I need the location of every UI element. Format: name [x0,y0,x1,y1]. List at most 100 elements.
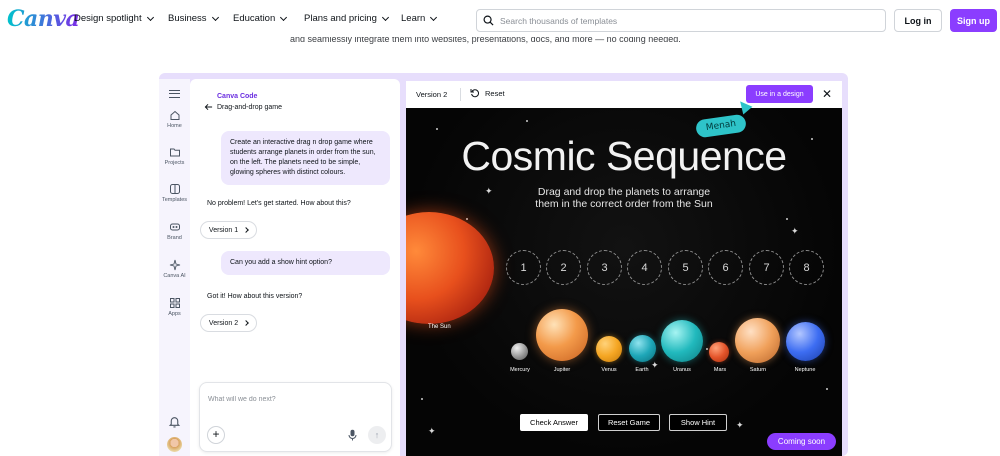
rail-item-templates[interactable]: Templates [159,183,190,203]
chat-header: Drag-and-drop game [204,103,282,111]
close-icon[interactable]: ✕ [822,87,832,101]
rail-item-brand[interactable]: Brand [159,221,190,241]
nav-item-label: Education [233,13,276,24]
version-label: Version 2 [208,319,239,327]
ai-message: Got it! How about this version? [207,293,303,300]
star [826,388,828,390]
reset-game-button[interactable]: Reset Game [598,414,660,431]
editor-sidebar-rail: Home Projects Templates Brand Canva AI A… [159,79,190,456]
nav-item-plans-and-pricing[interactable]: Plans and pricing [304,13,389,24]
planet-venus[interactable] [596,336,622,362]
reset-button[interactable]: Reset [470,88,505,98]
chevron-down-icon [280,13,288,21]
preview-toolbar: Version 2 Reset Use in a design ✕ [406,81,842,108]
use-in-design-button[interactable]: Use in a design [746,85,813,103]
chevron-down-icon [146,13,154,21]
sparkle-icon [169,259,180,271]
top-navigation: Canva Design spotlight Business Educatio… [0,0,1000,40]
nav-item-label: Business [168,13,207,24]
search-icon [483,15,494,26]
search-input[interactable] [500,15,870,26]
drop-slot[interactable]: 7 [749,250,784,285]
drop-slot[interactable]: 4 [627,250,662,285]
check-answer-button[interactable]: Check Answer [520,414,588,431]
avatar[interactable] [167,437,182,452]
planet-label: Jupiter [553,367,571,373]
nav-item-education[interactable]: Education [233,13,288,24]
brand-icon [169,223,180,231]
chevron-down-icon [430,13,438,21]
reset-icon [470,89,480,98]
sun [406,212,494,324]
game-subtitle: Drag and drop the planets to arrange the… [406,186,842,210]
rail-item-canva-ai[interactable]: Canva AI [159,259,190,279]
drop-slot[interactable]: 2 [546,250,581,285]
planet-mercury[interactable] [511,343,528,360]
rail-item-label: Projects [164,160,185,166]
star [436,128,438,130]
search-bar[interactable] [476,9,886,32]
drop-slot[interactable]: 8 [789,250,824,285]
reset-label: Reset [485,88,505,98]
planet-label: Saturn [749,367,767,373]
back-arrow-icon[interactable] [204,103,213,111]
chat-composer: + ↑ [199,382,392,452]
star [706,348,708,350]
star [786,218,788,220]
game-subtitle-line: them in the correct order from the Sun [535,198,713,210]
coming-soon-badge: Coming soon [767,433,836,450]
chat-panel: Canva Code Drag-and-drop game Create an … [190,79,400,456]
rail-item-label: Templates [161,197,188,203]
drop-slot[interactable]: 6 [708,250,743,285]
nav-item-learn[interactable]: Learn [401,13,438,24]
game-stage: ✦ ✦ ✦ ✦ ✦ Cosmic Sequence Drag and drop … [406,108,842,456]
templates-icon [169,184,180,194]
menu-icon[interactable] [169,90,180,98]
ai-message: No problem! Let's get started. How about… [207,200,351,207]
canva-logo[interactable]: Canva [7,6,80,32]
bell-icon[interactable] [168,415,181,428]
version-label: Version 1 [208,226,239,234]
planet-earth[interactable] [629,335,656,362]
planet-label: Neptune [794,367,816,373]
planet-mars[interactable] [709,342,729,362]
rail-item-home[interactable]: Home [159,109,190,129]
planet-neptune[interactable] [786,322,825,361]
nav-item-design-spotlight[interactable]: Design spotlight [74,13,154,24]
planet-uranus[interactable] [661,320,703,362]
signup-button[interactable]: Sign up [950,9,997,32]
chevron-right-icon [243,227,249,233]
nav-item-business[interactable]: Business [168,13,219,24]
star [526,120,528,122]
rail-item-label: Canva AI [163,273,186,279]
user-message: Create an interactive drag n drop game w… [221,131,390,185]
version-1-button[interactable]: Version 1 [200,221,257,239]
drop-slot[interactable]: 3 [587,250,622,285]
chevron-right-icon [243,320,249,326]
chevron-down-icon [211,13,219,21]
rail-item-projects[interactable]: Projects [159,146,190,166]
rail-item-label: Brand [167,235,182,241]
rail-item-label: Apps [168,311,181,317]
home-icon [170,110,179,120]
version-2-button[interactable]: Version 2 [200,314,257,332]
toolbar-divider [460,88,461,101]
microphone-icon[interactable] [348,429,357,441]
drop-slot[interactable]: 1 [506,250,541,285]
chevron-down-icon [381,13,389,21]
sun-label: The Sun [428,324,451,330]
user-message: Can you add a show hint option? [221,251,390,275]
sparkle-star-icon: ✦ [791,226,799,236]
apps-icon [169,298,180,308]
add-button[interactable]: + [207,426,225,444]
send-button[interactable]: ↑ [368,426,386,444]
planet-jupiter[interactable] [536,309,588,361]
chat-input[interactable] [208,396,378,403]
login-button[interactable]: Log in [894,9,942,32]
planet-saturn[interactable] [735,318,780,363]
star [421,398,423,400]
show-hint-button[interactable]: Show Hint [669,414,727,431]
rail-item-apps[interactable]: Apps [159,297,190,317]
nav-item-label: Learn [401,13,426,24]
drop-slot[interactable]: 5 [668,250,703,285]
